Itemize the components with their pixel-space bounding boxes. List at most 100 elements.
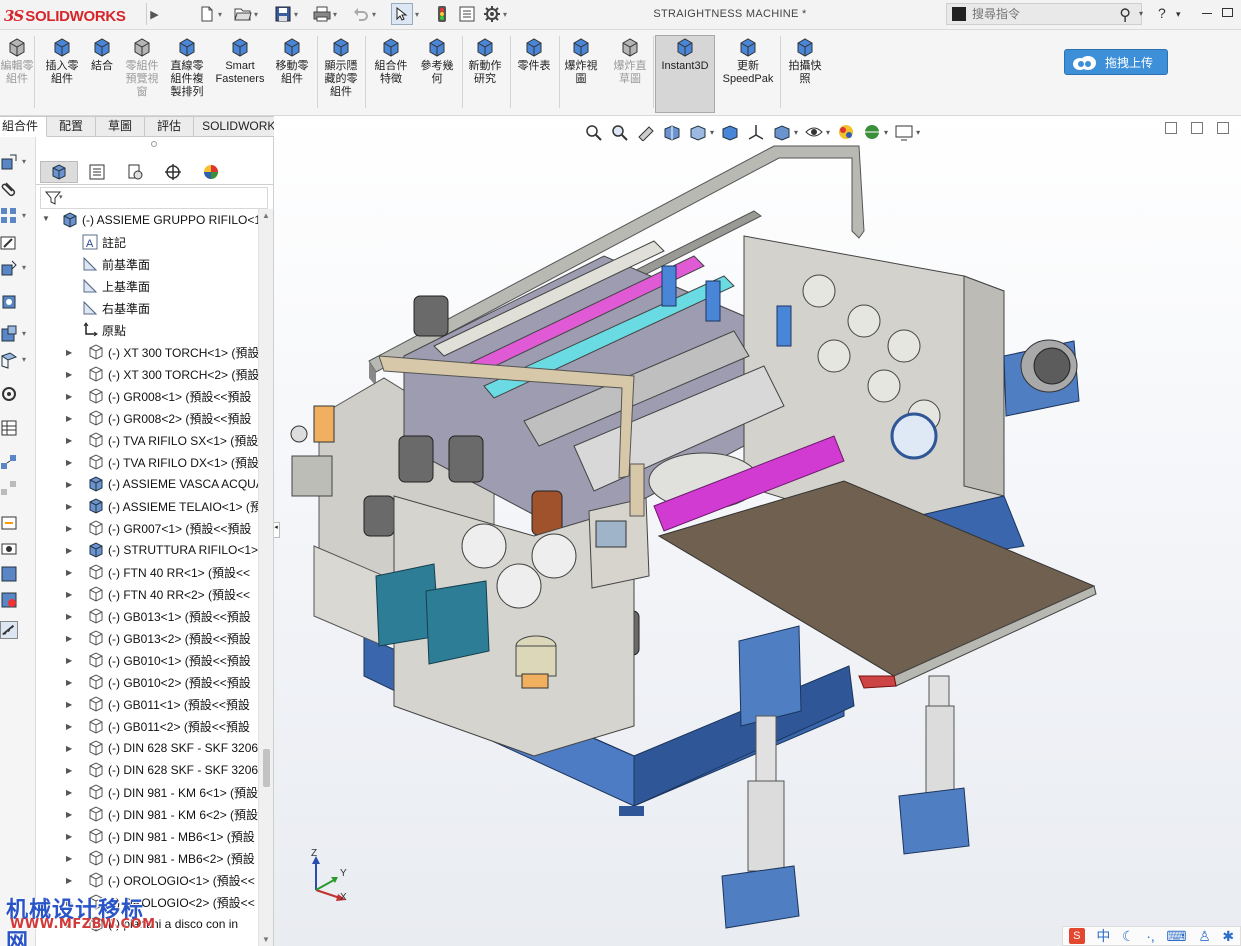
expand-arrow-icon[interactable]: ▶ bbox=[66, 348, 72, 357]
speedpak-button[interactable]: 更新 SpeedPak bbox=[722, 36, 774, 86]
show-hidden-icon[interactable] bbox=[0, 293, 18, 311]
tree-item[interactable]: ▶ (-) ASSIEME TELAIO<1> (預 bbox=[36, 495, 258, 517]
search-icon[interactable]: ⚲ bbox=[1119, 5, 1131, 25]
edit-component-button[interactable]: 編輯零 組件 bbox=[0, 36, 36, 86]
linear-pattern-button[interactable]: 直線零 組件複 製排列 bbox=[168, 36, 206, 99]
tree-item[interactable]: ▶ (-) GB010<1> (預設<<預設 bbox=[36, 649, 251, 671]
expand-arrow-icon[interactable]: ▶ bbox=[66, 876, 72, 885]
tree-item[interactable]: ▶ (-) OROLOGIO<2> (預設<< bbox=[36, 891, 255, 913]
ime-toolbar[interactable]: S 中 ☾ ·, ⌨ ♙ ✱ bbox=[1062, 926, 1241, 946]
expand-arrow-icon[interactable]: ▶ bbox=[66, 788, 72, 797]
tree-item[interactable]: A 註記 bbox=[36, 231, 126, 253]
punctuation-icon[interactable]: ·, bbox=[1146, 928, 1155, 944]
tree-scrollbar[interactable]: ▲ ▼ bbox=[258, 209, 273, 946]
mate-icon[interactable] bbox=[0, 181, 18, 199]
search-input[interactable] bbox=[972, 7, 1092, 21]
help-chevron-down-icon[interactable]: ▾ bbox=[1176, 9, 1181, 20]
chevron-down-icon[interactable]: ▾ bbox=[503, 10, 507, 19]
tree-item[interactable]: 前基準面 bbox=[36, 253, 150, 275]
open-button[interactable]: ▾ bbox=[234, 4, 258, 24]
expand-arrow-icon[interactable]: ▶ bbox=[66, 612, 72, 621]
expand-arrow-icon[interactable]: ▶ bbox=[66, 920, 72, 929]
tab-evaluate[interactable]: 評估 bbox=[145, 116, 195, 137]
move-component-icon[interactable] bbox=[0, 259, 18, 277]
expand-arrow-icon[interactable]: ▶ bbox=[66, 766, 72, 775]
solidworks-logo[interactable]: 3S SOLIDWORKS bbox=[4, 6, 126, 26]
expand-arrow-icon[interactable]: ▶ bbox=[66, 436, 72, 445]
tree-item[interactable]: ▶ (-) GR008<1> (預設<<預設 bbox=[36, 385, 251, 407]
search-commands-box[interactable]: ⚲ ▾ bbox=[946, 3, 1143, 25]
tree-item[interactable]: ▶ (-) TVA RIFILO DX<1> (預設 bbox=[36, 451, 258, 473]
motion-study-button[interactable]: 新動作 研究 bbox=[466, 36, 504, 86]
reference-geometry-button[interactable]: 參考幾 何 bbox=[418, 36, 456, 86]
tab-configuration[interactable]: 配置 bbox=[47, 116, 97, 137]
motion-study-icon[interactable] bbox=[0, 385, 18, 403]
scroll-down-arrow-icon[interactable]: ▼ bbox=[262, 935, 270, 944]
expand-arrow-icon[interactable]: ▶ bbox=[66, 678, 72, 687]
show-hidden-button[interactable]: 顯示隱 藏的零 組件 bbox=[322, 36, 360, 99]
tree-item[interactable]: ▶ (-) OROLOGIO<1> (預設<< bbox=[36, 869, 255, 891]
tree-item[interactable]: ▶ (-) DIN 981 - MB6<2> (預設 bbox=[36, 847, 255, 869]
insert-component-icon[interactable] bbox=[0, 153, 18, 171]
ime-settings-icon[interactable]: ✱ bbox=[1222, 928, 1234, 945]
tree-item[interactable]: 右基準面 bbox=[36, 297, 150, 319]
exploded-view-icon[interactable] bbox=[0, 453, 18, 471]
tab-display-manager[interactable] bbox=[192, 161, 230, 183]
expand-arrow-icon[interactable]: ▶ bbox=[66, 524, 72, 533]
chevron-down-icon[interactable]: ▾ bbox=[22, 263, 26, 272]
chevron-down-icon[interactable]: ▾ bbox=[59, 193, 63, 201]
save-button[interactable]: ▾ bbox=[274, 4, 298, 24]
print-button[interactable]: ▾ bbox=[313, 4, 337, 24]
tab-feature-manager[interactable] bbox=[40, 161, 78, 183]
tree-item[interactable]: ▶ (-) DIN 628 SKF - SKF 3206 bbox=[36, 737, 258, 759]
restore-button[interactable] bbox=[1222, 8, 1233, 17]
tree-item[interactable]: ▶ (-) GB013<2> (預設<<預設 bbox=[36, 627, 251, 649]
expand-arrow-icon[interactable]: ▶ bbox=[66, 546, 72, 555]
chevron-down-icon[interactable]: ▾ bbox=[22, 157, 26, 166]
ime-logo-icon[interactable]: S bbox=[1068, 928, 1085, 944]
tab-dimxpert-manager[interactable] bbox=[154, 161, 192, 183]
graphics-area[interactable]: ◂ ▾ ▾ ▾ ▾ ▾ Z Y X bbox=[274, 116, 1241, 946]
tree-item[interactable]: ▶ (-) ASSIEME VASCA ACQUA bbox=[36, 473, 258, 495]
chevron-down-icon[interactable]: ▾ bbox=[22, 211, 26, 220]
shirt-icon[interactable]: ♙ bbox=[1198, 928, 1211, 945]
instant3d-button[interactable]: Instant3D bbox=[656, 36, 714, 73]
smart-fasteners-icon[interactable] bbox=[0, 233, 18, 251]
tree-item[interactable]: ▶ (-) TVA RIFILO SX<1> (預設 bbox=[36, 429, 258, 451]
expand-arrow-icon[interactable]: ▶ bbox=[66, 722, 72, 731]
keyboard-icon[interactable]: ⌨ bbox=[1166, 928, 1186, 945]
upload-button[interactable]: 拖拽上传 bbox=[1064, 49, 1168, 75]
expand-arrow-icon[interactable]: ▶ bbox=[66, 810, 72, 819]
tab-assembly[interactable]: 組合件 bbox=[0, 116, 48, 137]
tree-item[interactable]: ▶ (-) XT 300 TORCH<2> (預設 bbox=[36, 363, 258, 385]
panel-grip-handle[interactable] bbox=[151, 141, 157, 147]
tree-item[interactable]: ▶ (-) GB011<2> (預設<<預設 bbox=[36, 715, 250, 737]
new-document-button[interactable]: ▾ bbox=[198, 4, 222, 24]
rebuild-button[interactable] bbox=[433, 4, 451, 24]
scrollbar-thumb[interactable] bbox=[263, 749, 270, 787]
tree-item[interactable]: ▶ (-) GR007<1> (預設<<預設 bbox=[36, 517, 251, 539]
tree-item[interactable]: ▶ (-) FTN 40 RR<1> (預設<< bbox=[36, 561, 250, 583]
scroll-up-arrow-icon[interactable]: ▲ bbox=[262, 211, 270, 220]
file-properties-button[interactable] bbox=[458, 4, 476, 24]
bom-button[interactable]: 零件表 bbox=[513, 36, 555, 73]
expand-arrow-icon[interactable]: ▶ bbox=[66, 854, 72, 863]
ime-mode-label[interactable]: 中 bbox=[1096, 926, 1110, 946]
chevron-down-icon[interactable]: ▾ bbox=[372, 10, 376, 19]
smart-fasteners-button[interactable]: Smart Fasteners bbox=[214, 36, 266, 86]
select-button[interactable]: ▾ bbox=[391, 3, 419, 25]
linear-pattern-icon[interactable] bbox=[0, 207, 18, 225]
tree-item[interactable]: ▶ (-) GR008<2> (預設<<預設 bbox=[36, 407, 251, 429]
component-preview-icon[interactable] bbox=[0, 565, 18, 583]
expand-arrow-icon[interactable]: ▶ bbox=[66, 744, 72, 753]
expand-arrow-icon[interactable]: ▶ bbox=[66, 700, 72, 709]
expand-arrow-icon[interactable]: ▶ bbox=[66, 898, 72, 907]
tree-item[interactable]: ▶ (-) GB013<1> (預設<<預設 bbox=[36, 605, 251, 627]
explode-line-sketch-button[interactable]: 爆炸直 草圖 bbox=[611, 36, 649, 86]
chevron-down-icon[interactable]: ▾ bbox=[1139, 9, 1143, 18]
tree-item[interactable]: 上基準面 bbox=[36, 275, 150, 297]
expand-arrow-icon[interactable]: ▶ bbox=[66, 568, 72, 577]
machine-3d-model[interactable] bbox=[274, 116, 1241, 946]
expand-arrow-icon[interactable]: ▶ bbox=[66, 832, 72, 841]
expand-arrow-icon[interactable]: ▶ bbox=[66, 392, 72, 401]
